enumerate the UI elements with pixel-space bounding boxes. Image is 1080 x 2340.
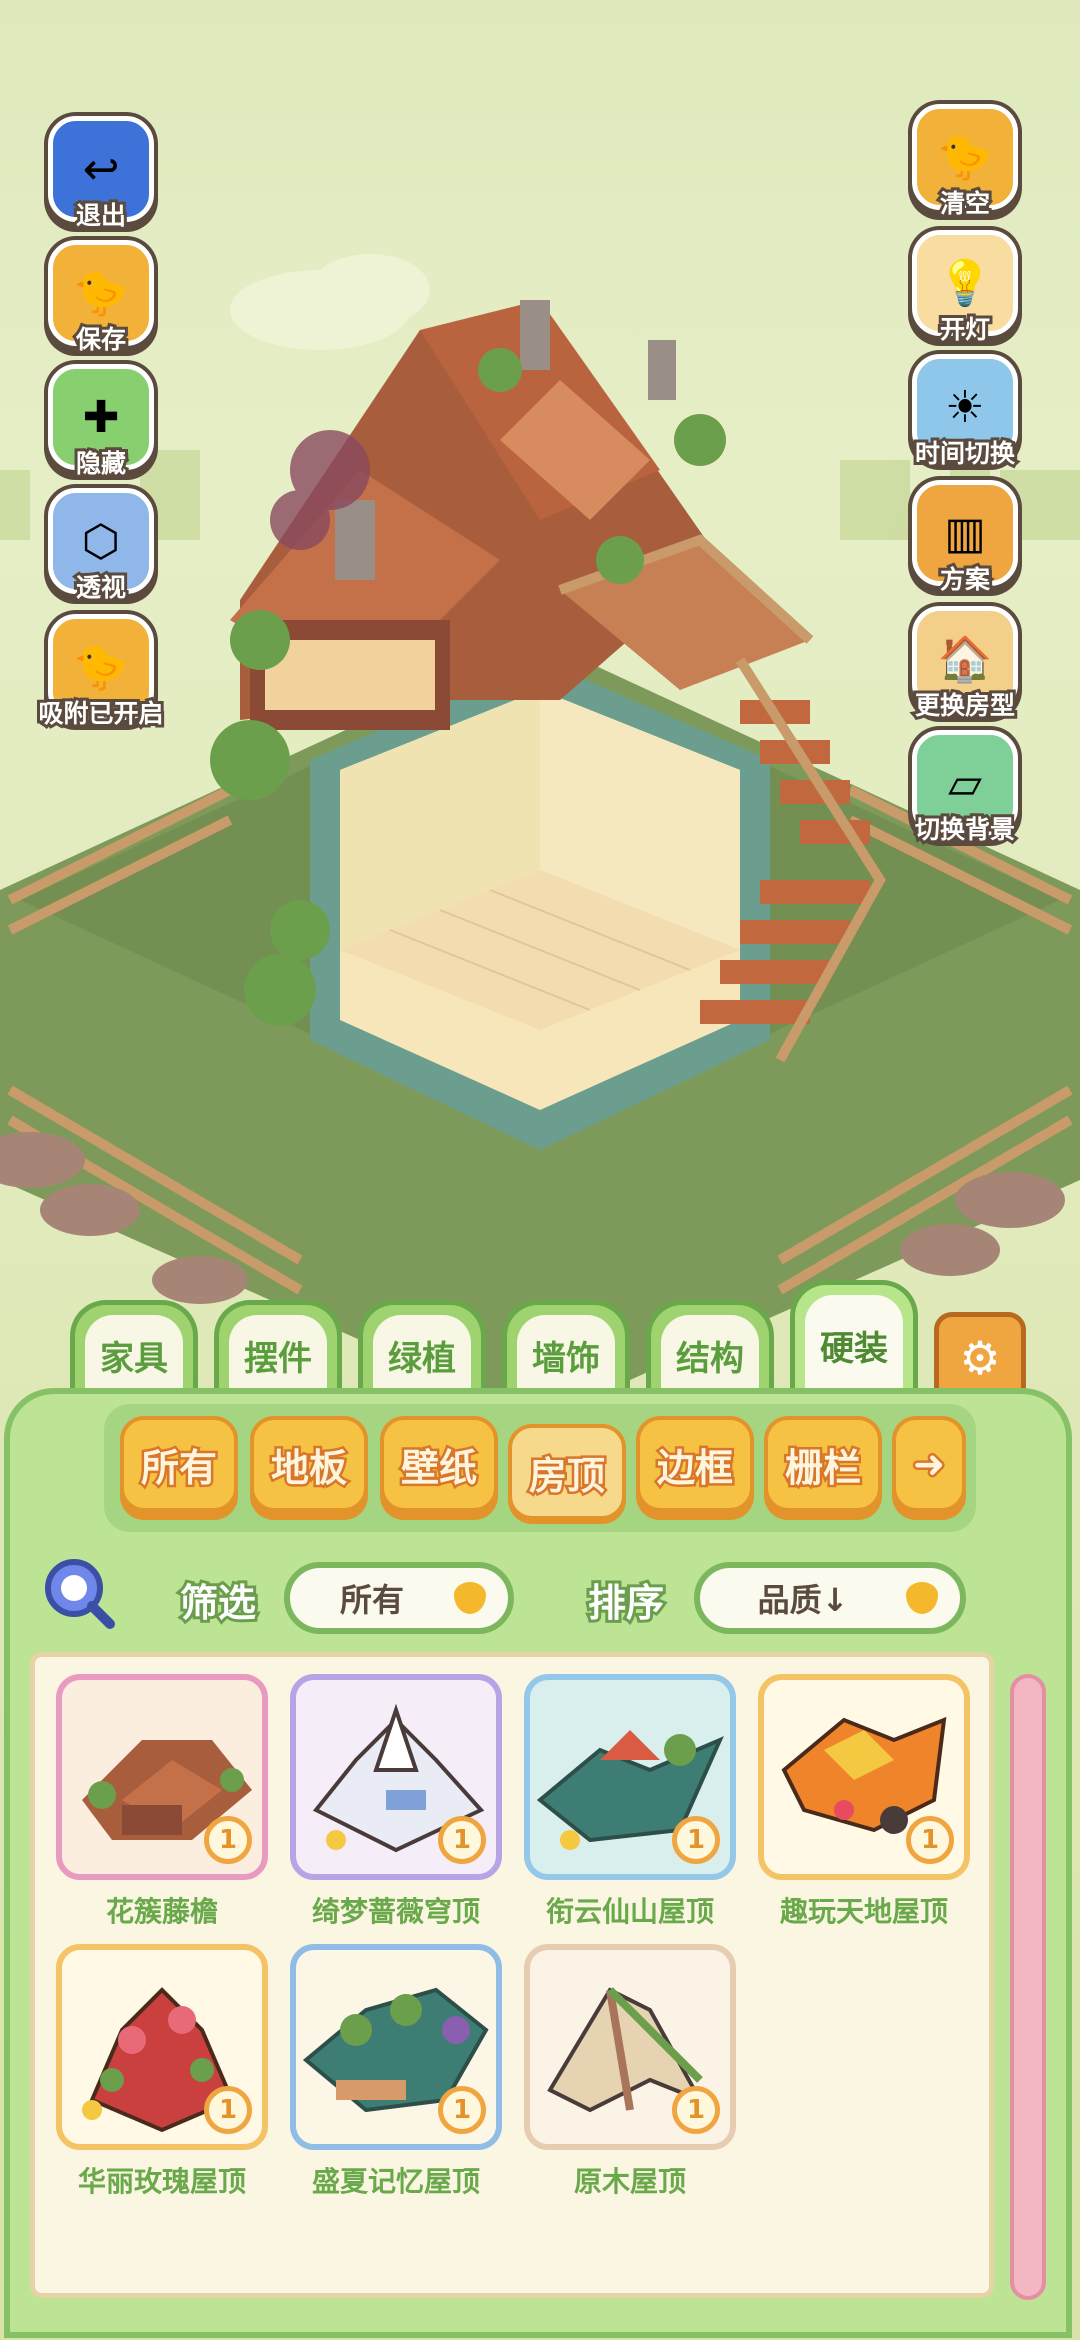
item-card[interactable]: 1 花簇藤檐 [56, 1674, 268, 1930]
perspective-button[interactable]: ⬡ 透视 [46, 488, 156, 605]
item-count-badge: 1 [906, 1816, 954, 1864]
category-floor[interactable]: 地板 [250, 1416, 368, 1512]
category-fence[interactable]: 栅栏 [764, 1416, 882, 1512]
item-card[interactable]: 1 华丽玫瑰屋顶 [56, 1944, 268, 2200]
category-label: 壁纸 [398, 1443, 479, 1492]
clear-label: 清空 [937, 186, 993, 221]
dropdown-arrow-icon [454, 1582, 486, 1614]
scrollbar[interactable] [1010, 1674, 1046, 2300]
hide-label: 隐藏 [73, 446, 129, 481]
snap-button[interactable]: 🐤 吸附已开启 [35, 614, 167, 731]
category-label: 栅栏 [782, 1443, 863, 1492]
filter-dropdown[interactable]: 所有 [284, 1562, 514, 1634]
tab-wall-decor[interactable]: 墙饰 [502, 1300, 630, 1400]
tab-plants[interactable]: 绿植 [358, 1300, 486, 1400]
time-switch-label: 时间切换 [912, 436, 1018, 471]
sort-value: 品质↓ [757, 1581, 849, 1619]
item-thumbnail: 1 [524, 1674, 736, 1880]
light-button[interactable]: 💡 开灯 [910, 230, 1020, 347]
item-name: 华丽玫瑰屋顶 [77, 2165, 246, 2198]
tab-label: 硬装 [805, 1295, 903, 1395]
item-count-badge: 1 [438, 2086, 486, 2134]
item-name: 趣玩天地屋顶 [779, 1895, 948, 1928]
dropdown-arrow-icon [906, 1582, 938, 1614]
item-card[interactable]: 1 趣玩天地屋顶 [758, 1674, 970, 1930]
item-count-badge: 1 [438, 1816, 486, 1864]
item-thumbnail: 1 [290, 1944, 502, 2150]
category-label: 所有 [138, 1443, 219, 1492]
sort-dropdown[interactable]: 品质↓ [694, 1562, 966, 1634]
light-label: 开灯 [937, 312, 993, 347]
item-thumbnail: 1 [524, 1944, 736, 2150]
tab-label: 墙饰 [517, 1315, 615, 1395]
item-card[interactable]: 1 盛夏记忆屋顶 [290, 1944, 502, 2200]
item-name: 花簇藤檐 [105, 1895, 218, 1928]
house-type-button[interactable]: 🏠 更换房型 [910, 606, 1020, 723]
category-border[interactable]: 边框 [636, 1416, 754, 1512]
search-icon[interactable] [40, 1554, 118, 1632]
filter-value: 所有 [339, 1581, 404, 1619]
background-button[interactable]: ▱ 切换背景 [910, 730, 1020, 847]
tab-structure[interactable]: 结构 [646, 1300, 774, 1400]
tab-label: 绿植 [373, 1315, 471, 1395]
item-name: 原木屋顶 [573, 2165, 686, 2198]
item-card[interactable]: 1 绮梦蔷薇穹顶 [290, 1674, 502, 1930]
plan-button[interactable]: ▥ 方案 [910, 480, 1020, 597]
item-thumbnail: 1 [758, 1674, 970, 1880]
item-name: 衔云仙山屋顶 [545, 1895, 714, 1928]
plan-label: 方案 [937, 562, 993, 597]
perspective-label: 透视 [73, 570, 129, 605]
item-thumbnail: 1 [56, 1944, 268, 2150]
category-roof[interactable]: 房顶 [508, 1424, 626, 1520]
snap-label: 吸附已开启 [35, 696, 166, 731]
item-thumbnail: 1 [56, 1674, 268, 1880]
category-wallpaper[interactable]: 壁纸 [380, 1416, 498, 1512]
item-count-badge: 1 [672, 1816, 720, 1864]
tab-label: 摆件 [229, 1315, 327, 1395]
tab-label: 家具 [85, 1315, 183, 1395]
time-switch-button[interactable]: ☀ 时间切换 [910, 354, 1020, 471]
item-name: 盛夏记忆屋顶 [311, 2165, 480, 2198]
exit-button[interactable]: ↩ 退出 [46, 116, 156, 233]
save-label: 保存 [73, 322, 129, 357]
item-count-badge: 1 [672, 2086, 720, 2134]
clear-button[interactable]: 🐤 清空 [910, 104, 1020, 221]
item-name: 绮梦蔷薇穹顶 [311, 1895, 480, 1928]
item-thumbnail: 1 [290, 1674, 502, 1880]
tab-ornaments[interactable]: 摆件 [214, 1300, 342, 1400]
sort-label: 排序 [585, 1578, 667, 1628]
exit-label: 退出 [73, 198, 129, 233]
item-count-badge: 1 [204, 1816, 252, 1864]
save-button[interactable]: 🐤 保存 [46, 240, 156, 357]
category-next-arrow-icon[interactable]: ➜ [892, 1416, 966, 1512]
house-type-label: 更换房型 [912, 688, 1018, 723]
hide-button[interactable]: ✚ 隐藏 [46, 364, 156, 481]
item-card[interactable]: 1 原木屋顶 [524, 1944, 736, 2200]
tab-furniture[interactable]: 家具 [70, 1300, 198, 1400]
category-label: 房顶 [526, 1451, 607, 1500]
filter-label: 筛选 [177, 1578, 259, 1628]
tab-hardware[interactable]: 硬装 [790, 1280, 918, 1400]
item-card[interactable]: 1 衔云仙山屋顶 [524, 1674, 736, 1930]
category-label: 边框 [654, 1443, 735, 1492]
category-label: 地板 [268, 1443, 349, 1492]
category-all[interactable]: 所有 [120, 1416, 238, 1512]
tab-label: 结构 [661, 1315, 759, 1395]
background-label: 切换背景 [912, 812, 1018, 847]
item-count-badge: 1 [204, 2086, 252, 2134]
